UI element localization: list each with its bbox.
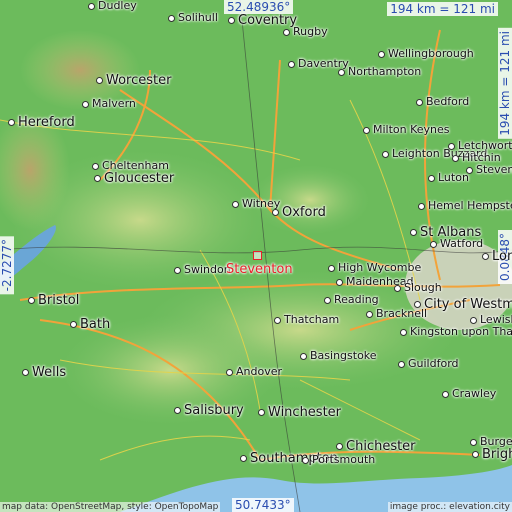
city-label: Slough xyxy=(394,282,442,293)
city-label: Worcester xyxy=(96,74,171,87)
city-label: Crawley xyxy=(442,388,496,399)
city-label: Letchworth xyxy=(448,140,512,151)
city-label: Thatcham xyxy=(274,314,339,325)
city-label: Stevenage xyxy=(466,164,512,175)
city-label: Burgess Hill xyxy=(470,436,512,447)
city-label: Wellingborough xyxy=(378,48,474,59)
city-label: Salisbury xyxy=(174,404,244,417)
city-label: Hereford xyxy=(8,116,75,129)
scale-horizontal: 194 km = 121 mi xyxy=(387,2,498,16)
attribution-left: map data: OpenStreetMap, style: OpenTopo… xyxy=(0,502,221,512)
city-label: Solihull xyxy=(168,12,218,23)
city-label: High Wycombe xyxy=(328,262,421,273)
city-label: Basingstoke xyxy=(300,350,377,361)
city-label: Guildford xyxy=(398,358,459,369)
city-label: Milton Keynes xyxy=(363,124,450,135)
city-label: Brighton xyxy=(472,448,512,461)
city-label: Andover xyxy=(226,366,282,377)
city-label: Chichester xyxy=(336,440,416,453)
city-label: Malvern xyxy=(82,98,136,109)
city-label: Northampton xyxy=(338,66,421,77)
city-label: Cheltenham xyxy=(92,160,169,171)
city-label: Bristol xyxy=(28,294,79,307)
city-label: Portsmouth xyxy=(302,454,375,465)
city-label: Hemel Hempstead xyxy=(418,200,512,211)
city-label: Oxford xyxy=(272,206,326,219)
attribution-right: image proc.: elevation.city xyxy=(387,502,512,512)
map-view[interactable]: 52.48936° 50.7433° -2.7277° 0.0848° 194 … xyxy=(0,0,512,512)
city-label: Wells xyxy=(22,366,66,379)
city-label: Dudley xyxy=(88,0,137,11)
city-label: Hitchin xyxy=(452,152,501,163)
city-label: Winchester xyxy=(258,406,341,419)
city-label: Bracknell xyxy=(366,308,427,319)
city-label: London xyxy=(482,250,512,263)
city-label: Swindon xyxy=(174,264,231,275)
scale-vertical: 194 km = 121 mi xyxy=(498,28,512,139)
city-label: Gloucester xyxy=(94,172,174,185)
coord-top: 52.48936° xyxy=(224,0,294,14)
coord-bottom: 50.7433° xyxy=(232,498,294,512)
coord-left: -2.7277° xyxy=(0,236,14,295)
city-label: City of Westminster xyxy=(414,298,512,311)
city-label: Reading xyxy=(324,294,379,305)
city-label: Bath xyxy=(70,318,110,331)
city-label: Kingston upon Thames xyxy=(400,326,512,337)
city-label: Luton xyxy=(428,172,469,183)
city-label: Bedford xyxy=(416,96,469,107)
location-label[interactable]: Steventon xyxy=(226,262,293,277)
city-label: Rugby xyxy=(283,26,328,37)
location-marker[interactable] xyxy=(253,251,262,260)
city-label: Lewisham xyxy=(470,314,512,325)
city-label: Watford xyxy=(430,238,483,249)
